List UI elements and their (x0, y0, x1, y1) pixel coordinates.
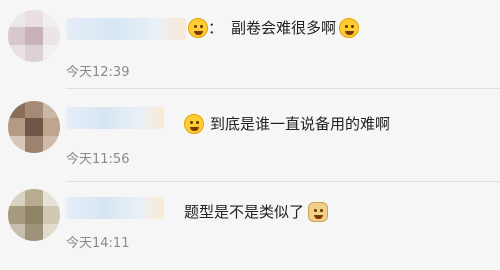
comment-item[interactable]: 到底是谁一直说备用的难啊 今天11:56 (0, 91, 500, 185)
worried-face-emoji-icon (184, 113, 204, 134)
avatar[interactable] (8, 189, 60, 241)
avatar-pixel (8, 206, 26, 224)
comment-body: 副卷会难很多啊 (231, 19, 337, 37)
avatar-pixel (8, 135, 26, 153)
laughing-tears-emoji-icon (339, 17, 360, 38)
avatar-pixel (42, 206, 60, 224)
avatar-pixel (25, 44, 43, 62)
divider (66, 88, 500, 89)
comment-item[interactable]: 题型是不是类似了 今天14:11 (0, 181, 500, 270)
username-blurred[interactable] (66, 197, 164, 219)
doge-emoji-icon (308, 201, 329, 222)
comment-body: 题型是不是类似了 (184, 203, 305, 221)
avatar-pixel (25, 101, 43, 119)
avatar-pixel (8, 27, 26, 45)
comment-text: 到底是谁一直说备用的难啊 (184, 113, 390, 134)
avatar-pixel (42, 118, 60, 136)
avatar-pixel (8, 10, 26, 28)
avatar-pixel (42, 10, 60, 28)
comment-text: ： 副卷会难很多啊 (188, 17, 360, 38)
avatar-pixel (8, 101, 26, 119)
avatar-pixel (8, 118, 26, 136)
avatar-pixel (42, 189, 60, 207)
comment-text: 题型是不是类似了 (184, 201, 329, 222)
separator: ： (208, 19, 224, 37)
avatar-pixel (25, 206, 43, 224)
avatar-pixel (25, 10, 43, 28)
avatar-pixel (25, 27, 43, 45)
smiling-face-emoji-icon (188, 17, 208, 38)
comment-body: 到底是谁一直说备用的难啊 (210, 115, 391, 133)
comment-list: ： 副卷会难很多啊 今天12:39 到底是谁一直说备用的难啊 今天11:56 题… (0, 0, 500, 270)
avatar-pixel (25, 118, 43, 136)
avatar-pixel (25, 135, 43, 153)
username-blurred[interactable] (66, 107, 164, 129)
avatar-pixel (42, 44, 60, 62)
avatar-pixel (42, 135, 60, 153)
avatar-pixel (42, 101, 60, 119)
timestamp: 今天12:39 (66, 65, 130, 80)
comment-item[interactable]: ： 副卷会难很多啊 今天12:39 (0, 0, 500, 84)
avatar-pixel (42, 27, 60, 45)
avatar[interactable] (8, 101, 60, 153)
username-blurred[interactable] (66, 18, 186, 40)
avatar-pixel (8, 223, 26, 241)
avatar-pixel (25, 223, 43, 241)
avatar-pixel (42, 223, 60, 241)
avatar[interactable] (8, 10, 60, 62)
timestamp: 今天14:11 (66, 236, 130, 251)
avatar-pixel (25, 189, 43, 207)
avatar-pixel (8, 189, 26, 207)
avatar-pixel (8, 44, 26, 62)
timestamp: 今天11:56 (66, 152, 130, 167)
